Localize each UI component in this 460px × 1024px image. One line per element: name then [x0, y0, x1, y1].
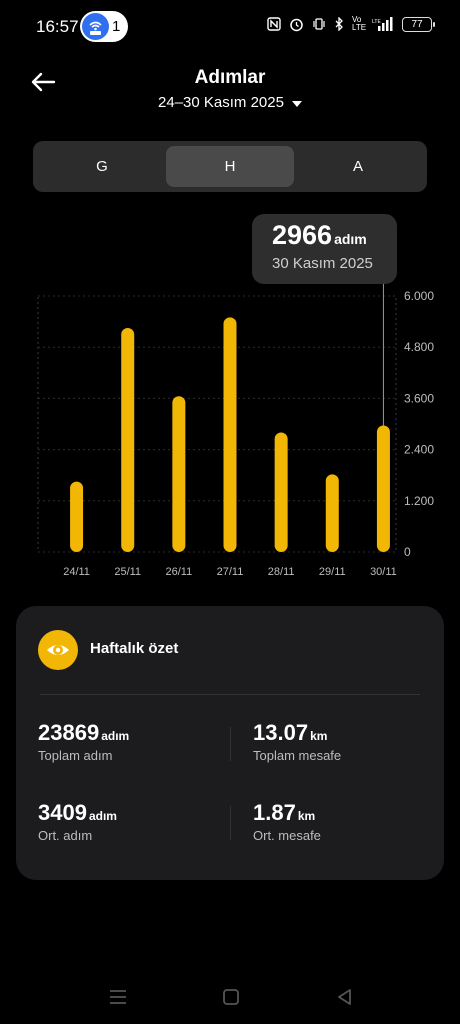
tooltip-value: 2966 [272, 220, 333, 250]
x-tick-label: 25/11 [114, 566, 141, 578]
chart-frame [37, 295, 397, 553]
y-tick-label: 2.400 [404, 443, 434, 457]
stat-unit: km [310, 729, 328, 743]
total-distance-stat: 13.07 km Toplam mesafe [253, 720, 341, 763]
x-tick-label: 30/11 [370, 566, 397, 578]
selected-bar-tooltip: 2966 adım 30 Kasım 2025 [252, 214, 397, 284]
home-button[interactable] [219, 985, 243, 1009]
stat-label: Toplam adım [38, 748, 113, 763]
stat-label: Ort. mesafe [253, 828, 321, 843]
x-tick-label: 27/11 [217, 566, 244, 578]
stat-label: Ort. adım [38, 828, 93, 843]
chart-bar[interactable] [121, 328, 135, 552]
divider [40, 694, 420, 695]
tooltip-unit: adım [334, 231, 367, 247]
stat-label: Toplam mesafe [253, 748, 342, 763]
x-tick-label: 28/11 [268, 566, 295, 578]
chart-bar[interactable] [70, 481, 84, 552]
tooltip-date: 30 Kasım 2025 [272, 255, 373, 272]
stat-unit: km [297, 809, 316, 823]
system-nav-bar [0, 975, 460, 1015]
chart-bar[interactable] [172, 396, 186, 552]
divider [230, 806, 231, 840]
chart-bar[interactable] [223, 317, 237, 552]
eye-icon [38, 630, 78, 670]
recents-button[interactable] [106, 985, 130, 1009]
back-nav-button[interactable] [333, 985, 357, 1009]
chart-bar[interactable] [376, 425, 390, 552]
avg-steps-stat: 3409 adım Ort. adım [38, 800, 117, 843]
x-tick-label: 26/11 [165, 566, 192, 578]
summary-title: Haftalık özet [90, 640, 179, 657]
avg-distance-stat: 1.87 km Ort. mesafe [253, 800, 321, 843]
total-steps-stat: 23869 adım Toplam adım [38, 720, 129, 763]
y-tick-label: 3.600 [404, 391, 434, 405]
chart-bar[interactable] [274, 432, 288, 552]
steps-bar-chart[interactable]: 0 1.200 2.400 3.600 4.800 6.000 24/11 25/11 26/1… [0, 0, 460, 600]
y-tick-label: 6.000 [404, 289, 434, 303]
stat-value: 1.87 [253, 800, 296, 825]
stat-value: 23869 [38, 720, 100, 745]
stat-value: 3409 [38, 800, 87, 825]
chart-bar[interactable] [325, 474, 339, 552]
y-tick-label: 1.200 [404, 494, 434, 508]
home-square-icon [223, 989, 239, 1005]
y-tick-label: 0 [404, 545, 411, 559]
stat-unit: adım [88, 809, 117, 823]
x-tick-label: 29/11 [319, 566, 346, 578]
stat-value: 13.07 [253, 720, 309, 745]
y-tick-label: 4.800 [404, 340, 434, 354]
menu-icon [110, 990, 126, 1004]
x-tick-label: 24/11 [63, 566, 90, 578]
back-triangle-icon [338, 989, 351, 1005]
stat-unit: adım [101, 729, 130, 743]
weekly-summary-card: Haftalık özet 23869 adım Toplam adım 13.0… [16, 606, 444, 880]
divider [230, 727, 231, 761]
